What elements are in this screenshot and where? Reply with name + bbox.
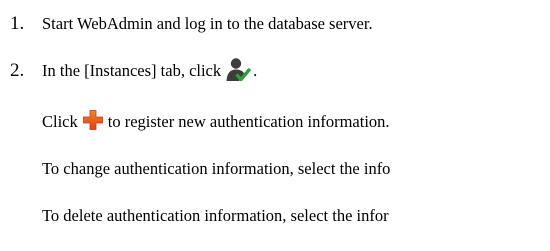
substep-register-prefix: Click [42, 112, 78, 131]
substep-register: Click to register new authentication inf… [42, 107, 390, 137]
document-page: 1. Start WebAdmin and log in to the data… [0, 0, 550, 251]
step-1-text: Start WebAdmin and log in to the databas… [42, 14, 373, 33]
substep-change: To change authentication information, se… [42, 156, 390, 182]
plus-icon [82, 109, 104, 136]
step-2-number: 2. [10, 60, 25, 81]
step-1: 1. Start WebAdmin and log in to the data… [10, 8, 373, 40]
step-2-period: . [253, 61, 258, 80]
step-2: 2. In the [Instances] tab, click . [10, 55, 257, 87]
substep-delete-text: To delete authentication information, se… [42, 206, 389, 225]
substep-register-text: to register new authentication informati… [107, 112, 390, 131]
substep-delete: To delete authentication information, se… [42, 203, 389, 229]
substep-change-text: To change authentication information, se… [42, 159, 391, 178]
user-check-icon [225, 56, 251, 87]
step-2-text: In the [Instances] tab, click [42, 61, 222, 80]
step-1-number: 1. [10, 13, 25, 34]
